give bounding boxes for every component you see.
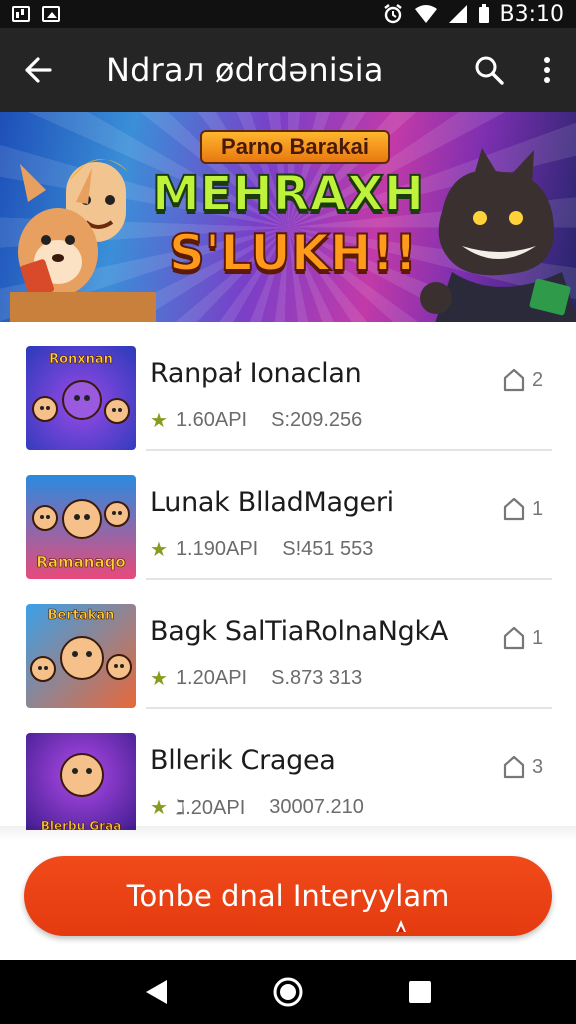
house-icon xyxy=(503,626,525,650)
cartoon-wolf-character-icon xyxy=(420,148,576,322)
item-rating: 1.20АРІ xyxy=(175,667,248,689)
item-title: Bllerik Cragea xyxy=(150,745,336,776)
list-item[interactable]: Blerbu Graa Bllerik Cragea ★ ℷ.20АРІ 300… xyxy=(0,709,576,830)
status-bar: B3:10 xyxy=(0,0,576,28)
cursor-icon xyxy=(396,920,406,932)
app-bar: Ndrал ødrdənisia xyxy=(0,28,576,112)
game-thumbnail: Ronxnan xyxy=(26,346,136,450)
nav-home-button[interactable] xyxy=(268,972,308,1012)
game-thumbnail: Ramanaqo xyxy=(26,475,136,579)
house-icon xyxy=(503,368,525,392)
more-vert-icon xyxy=(544,57,550,83)
list-item[interactable]: Ronxnan Ranpał Ionaclan ★ 1.60АРІ S:209.… xyxy=(0,322,576,451)
signal-icon xyxy=(448,5,467,23)
arrow-back-icon xyxy=(25,57,52,83)
nav-back-button[interactable] xyxy=(136,972,176,1012)
item-meta: ★ 1.190АРІ S!451 553 xyxy=(150,537,373,562)
item-rating: 1.60АРІ xyxy=(175,409,248,431)
back-triangle-icon xyxy=(146,980,167,1004)
item-meta: ★ 1.60АРІ S:209.256 xyxy=(150,408,362,433)
recents-square-icon xyxy=(409,981,431,1003)
search-button[interactable] xyxy=(460,28,518,112)
wifi-icon xyxy=(414,5,437,23)
item-rating: 1.190АРІ xyxy=(175,538,259,560)
star-icon: ★ xyxy=(150,539,168,561)
notification-icon xyxy=(12,6,30,22)
home-circle-icon xyxy=(273,977,303,1007)
item-rating: ℷ.20АРІ xyxy=(175,797,246,819)
battery-icon xyxy=(478,4,489,23)
search-icon xyxy=(475,56,504,85)
banner-title-line1: MEHRAXH xyxy=(151,165,425,223)
more-options-button[interactable] xyxy=(518,28,576,112)
item-value: S!451 553 xyxy=(282,538,374,560)
alarm-icon xyxy=(383,4,402,24)
nav-recents-button[interactable] xyxy=(400,972,440,1012)
list-item[interactable]: Ramanaqo Lunak BlladMageri ★ 1.190АРІ S!… xyxy=(0,451,576,580)
item-count[interactable]: 1 xyxy=(502,626,543,650)
status-time: B3:10 xyxy=(499,1,565,27)
house-icon xyxy=(503,755,525,779)
banner-subtitle: Parno Barakai xyxy=(200,130,390,164)
primary-action-button[interactable]: Tonbe dnal Interyylam xyxy=(24,856,552,936)
house-icon xyxy=(503,497,525,521)
star-icon: ★ xyxy=(150,668,168,690)
item-count[interactable]: 1 xyxy=(502,497,543,521)
item-title: Bagk SalTiaRolnaNgkA xyxy=(150,616,448,647)
item-title: Lunak BlladMageri xyxy=(150,487,394,518)
back-button[interactable] xyxy=(0,28,76,112)
item-meta: ★ ℷ.20АРІ 30007.210 xyxy=(150,795,364,820)
banner-title-line2: S'LUKH!! xyxy=(168,223,418,283)
item-title: Ranpał Ionaclan xyxy=(150,358,362,389)
game-thumbnail: Blerbu Graa xyxy=(26,733,136,830)
item-value: S.873 313 xyxy=(271,667,363,689)
item-count[interactable]: 3 xyxy=(502,755,543,779)
app-title: Ndrал ødrdənisia xyxy=(106,51,384,89)
star-icon: ★ xyxy=(150,797,168,819)
cartoon-dog-character-icon xyxy=(10,159,156,322)
image-icon xyxy=(42,6,60,22)
item-value: S:209.256 xyxy=(271,409,363,431)
item-count[interactable]: 2 xyxy=(502,368,543,392)
item-value: 30007.210 xyxy=(269,796,364,818)
list-item[interactable]: Bertakan Bagk SalTiaRolnaNgkA ★ 1.20АРІ … xyxy=(0,580,576,709)
system-nav-bar xyxy=(0,960,576,1024)
game-list: Ronxnan Ranpał Ionaclan ★ 1.60АРІ S:209.… xyxy=(0,322,576,830)
item-meta: ★ 1.20АРІ S.873 313 xyxy=(150,666,362,691)
game-thumbnail: Bertakan xyxy=(26,604,136,708)
promo-banner[interactable]: Parno Barakai MEHRAXH S'LUKH!! xyxy=(0,112,576,322)
star-icon: ★ xyxy=(150,410,168,432)
